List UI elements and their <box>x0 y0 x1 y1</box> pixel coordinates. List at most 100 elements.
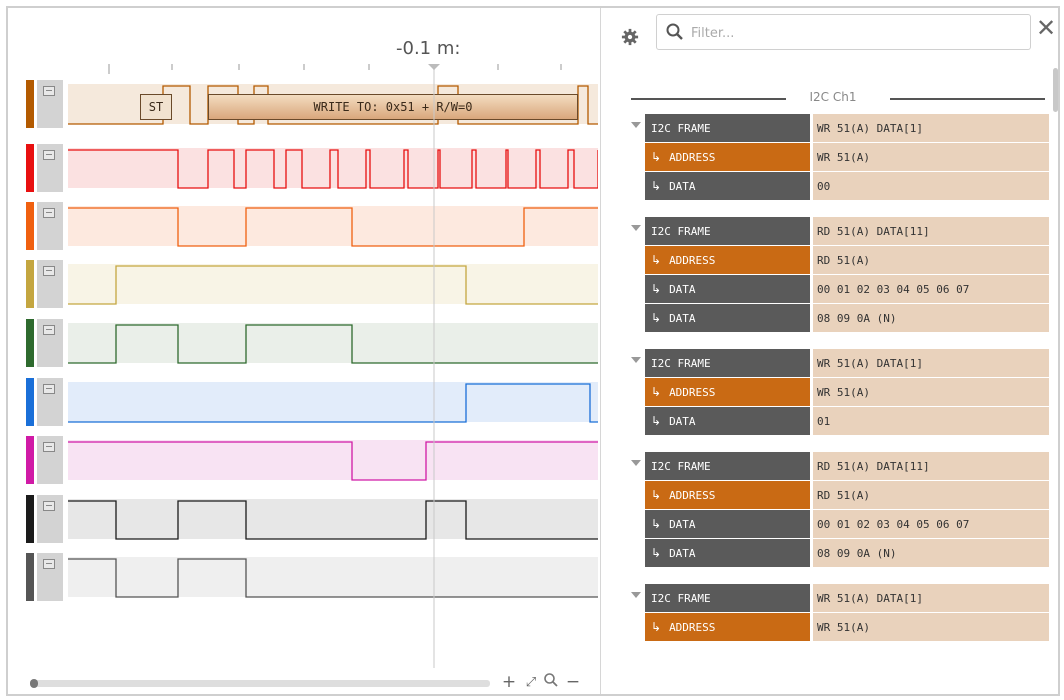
row-label-text: DATA <box>669 414 696 428</box>
row-label-text: ADDRESS <box>669 150 716 164</box>
trace-background <box>68 206 598 246</box>
channel-collapse-button[interactable] <box>37 495 63 543</box>
child-arrow-icon: ↳ <box>651 311 662 325</box>
channel-trace[interactable] <box>68 260 598 308</box>
protocol-results-panel: ✕ I2C Ch1 I2C FRAME WR 51(A) DATA[1] ↳ ADDRE… <box>600 8 1058 694</box>
gear-icon[interactable] <box>621 28 639 46</box>
expand-triangle-icon[interactable] <box>631 592 641 598</box>
channel-collapse-button[interactable] <box>37 260 63 308</box>
row-label-text: ADDRESS <box>669 385 716 399</box>
zoom-search-button[interactable] <box>542 672 560 693</box>
horizontal-scrollbar-thumb[interactable] <box>30 679 38 688</box>
collapse-icon <box>43 150 55 160</box>
filter-field[interactable] <box>656 14 1031 50</box>
expand-triangle-icon[interactable] <box>631 357 641 363</box>
trace-background <box>68 499 598 539</box>
address-label-cell: ↳ ADDRESS <box>645 481 810 509</box>
zoom-out-button[interactable]: − <box>564 672 582 692</box>
value-cell: RD 51(A) <box>813 246 1049 274</box>
start-condition-marker[interactable]: ST <box>140 94 172 120</box>
channel-group-header: I2C Ch1 <box>623 90 1045 106</box>
address-label-cell: ↳ ADDRESS <box>645 613 810 641</box>
channel-color-swatch[interactable] <box>26 260 34 308</box>
data-label-cell: ↳ DATA <box>645 510 810 538</box>
value-cell: WR 51(A) <box>813 613 1049 641</box>
vertical-scrollbar[interactable] <box>1053 68 1058 690</box>
channel-trace[interactable] <box>68 319 598 367</box>
waveform-bottom-bar: + ⤢ − <box>8 668 600 694</box>
child-arrow-icon: ↳ <box>651 414 662 428</box>
row-label-text: I2C FRAME <box>651 356 711 370</box>
frame-label-cell: I2C FRAME <box>645 217 810 245</box>
expand-triangle-icon[interactable] <box>631 460 641 466</box>
frame-label-cell: I2C FRAME <box>645 349 810 377</box>
data-label-cell: ↳ DATA <box>645 304 810 332</box>
channel-trace[interactable] <box>68 436 598 484</box>
row-label-text: I2C FRAME <box>651 121 711 135</box>
channel-color-swatch[interactable] <box>26 202 34 250</box>
vertical-scrollbar-thumb[interactable] <box>1053 68 1058 112</box>
row-label-text: DATA <box>669 517 696 531</box>
row-label-text: I2C FRAME <box>651 591 711 605</box>
time-cursor-label: -0.1 m: <box>396 38 461 59</box>
trace-background <box>68 323 598 363</box>
value-cell: 00 01 02 03 04 05 06 07 <box>813 275 1049 303</box>
channel-trace[interactable] <box>68 202 598 250</box>
expand-triangle-icon[interactable] <box>631 225 641 231</box>
channel-collapse-button[interactable] <box>37 202 63 250</box>
channel-color-swatch[interactable] <box>26 378 34 426</box>
value-cell: 00 <box>813 172 1049 200</box>
frame-label-cell: I2C FRAME <box>645 114 810 142</box>
frame-label-cell: I2C FRAME <box>645 584 810 612</box>
child-arrow-icon: ↳ <box>651 282 662 296</box>
waveform-panel[interactable]: -0.1 m: ST WRITE TO: 0x51 + R/W=0 + ⤢ − <box>8 8 600 694</box>
collapse-icon <box>43 266 55 276</box>
time-ruler[interactable] <box>8 8 600 88</box>
channel-trace[interactable] <box>68 378 598 426</box>
channel-color-swatch[interactable] <box>26 144 34 192</box>
decoded-frames-list[interactable]: I2C Ch1 I2C FRAME WR 51(A) DATA[1] ↳ ADDRESS… <box>601 78 1049 694</box>
collapse-icon <box>43 325 55 335</box>
fit-zoom-button[interactable]: ⤢ <box>522 675 540 690</box>
channel-trace[interactable] <box>68 495 598 543</box>
horizontal-scrollbar[interactable] <box>30 679 490 688</box>
channel-collapse-button[interactable] <box>37 553 63 601</box>
close-button[interactable]: ✕ <box>1035 16 1057 40</box>
address-label-cell: ↳ ADDRESS <box>645 143 810 171</box>
channel-collapse-button[interactable] <box>37 144 63 192</box>
channel-trace[interactable] <box>68 144 598 192</box>
collapse-icon <box>43 208 55 218</box>
channel-collapse-button[interactable] <box>37 319 63 367</box>
expand-triangle-icon[interactable] <box>631 122 641 128</box>
address-decode-box[interactable]: WRITE TO: 0x51 + R/W=0 <box>208 94 578 120</box>
value-cell: WR 51(A) DATA[1] <box>813 114 1049 142</box>
row-label-text: I2C FRAME <box>651 224 711 238</box>
channel-color-swatch[interactable] <box>26 80 34 128</box>
child-arrow-icon: ↳ <box>651 150 662 164</box>
row-label-text: ADDRESS <box>669 620 716 634</box>
trace-background <box>68 440 598 480</box>
channel-collapse-button[interactable] <box>37 80 63 128</box>
collapse-icon <box>43 442 55 452</box>
channel-color-swatch[interactable] <box>26 436 34 484</box>
child-arrow-icon: ↳ <box>651 517 662 531</box>
channel-color-swatch[interactable] <box>26 319 34 367</box>
frame-label-cell: I2C FRAME <box>645 452 810 480</box>
child-arrow-icon: ↳ <box>651 385 662 399</box>
channel-color-swatch[interactable] <box>26 553 34 601</box>
channel-collapse-button[interactable] <box>37 378 63 426</box>
value-cell: RD 51(A) DATA[11] <box>813 452 1049 480</box>
row-label-text: DATA <box>669 179 696 193</box>
filter-input[interactable] <box>689 21 1013 45</box>
trace-background <box>68 382 598 422</box>
value-cell: WR 51(A) <box>813 143 1049 171</box>
channel-trace[interactable] <box>68 553 598 601</box>
app-window: -0.1 m: ST WRITE TO: 0x51 + R/W=0 + ⤢ − <box>6 6 1060 696</box>
channel-color-swatch[interactable] <box>26 495 34 543</box>
channel-collapse-button[interactable] <box>37 436 63 484</box>
child-arrow-icon: ↳ <box>651 179 662 193</box>
value-cell: RD 51(A) DATA[11] <box>813 217 1049 245</box>
row-label-text: ADDRESS <box>669 488 716 502</box>
collapse-icon <box>43 559 55 569</box>
zoom-in-button[interactable]: + <box>500 672 518 692</box>
